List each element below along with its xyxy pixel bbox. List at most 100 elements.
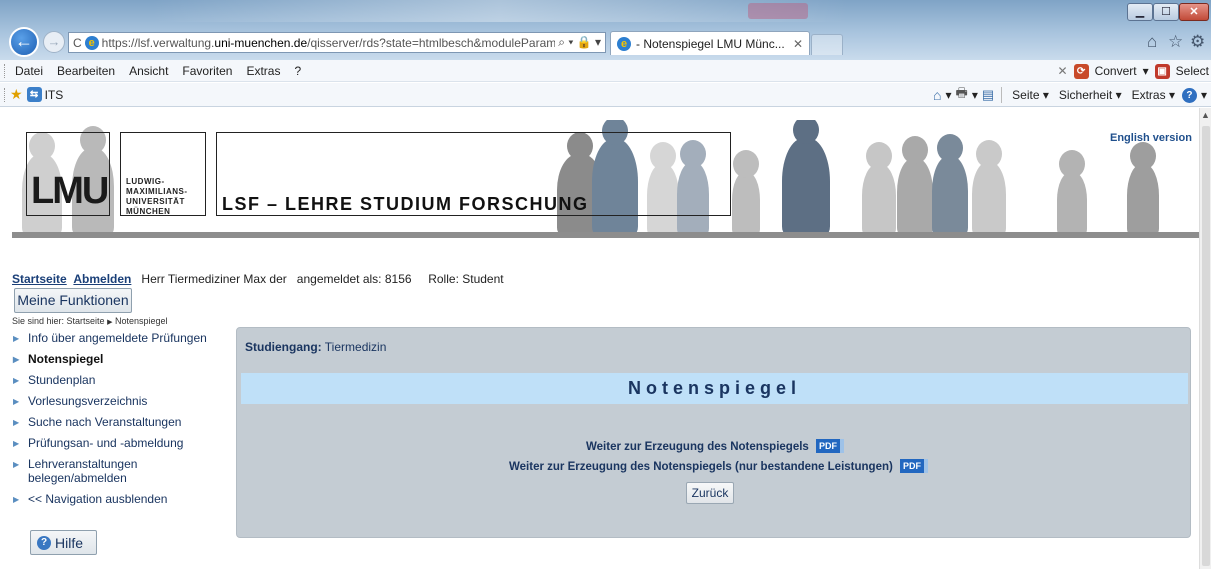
- maximize-button[interactable]: ☐: [1153, 3, 1179, 21]
- print-icon[interactable]: 🖶: [956, 84, 968, 106]
- favorites-star-icon[interactable]: ☆: [1168, 32, 1183, 52]
- page-mail-icon[interactable]: ▤: [982, 87, 994, 103]
- pdf-icon[interactable]: PDF: [816, 439, 845, 453]
- pdf-icon[interactable]: PDF: [900, 459, 929, 473]
- abmelden-link[interactable]: Abmelden: [73, 272, 131, 286]
- home-cmd-icon[interactable]: ⌂: [933, 87, 941, 103]
- sidebar-item-suche[interactable]: ▶ Suche nach Veranstaltungen: [10, 415, 230, 429]
- toolbar-divider: [1001, 87, 1003, 103]
- silhouette-person: [862, 142, 896, 234]
- sidebar-item-navigation-ausblenden[interactable]: ▶ << Navigation ausblenden: [10, 492, 230, 506]
- vertical-scrollbar[interactable]: ▲: [1199, 108, 1211, 569]
- user-name: Herr Tiermediziner Max der: [141, 272, 287, 286]
- sicherheit-menu[interactable]: Sicherheit ▾: [1056, 88, 1125, 102]
- lsf-title: LSF – LEHRE STUDIUM FORSCHUNG: [222, 194, 589, 214]
- close-window-button[interactable]: ✕: [1179, 3, 1209, 21]
- silhouette-person: [1057, 150, 1087, 234]
- logo-line-4: MÜNCHEN: [126, 207, 171, 216]
- tab-ie-icon: e: [617, 36, 631, 51]
- browser-titlebar: ▁ ☐ ✕ ← → C e https://lsf.verwaltung.uni…: [0, 0, 1211, 60]
- close-toolbar-icon[interactable]: ✕: [1058, 64, 1068, 78]
- startseite-link[interactable]: Startseite: [12, 272, 67, 286]
- sidebar-item-vorlesungsverzeichnis[interactable]: ▶ Vorlesungsverzeichnis: [10, 394, 230, 408]
- new-tab-button[interactable]: [811, 34, 843, 55]
- its-favorite-link[interactable]: ITS: [45, 88, 64, 102]
- address-bar[interactable]: C e https://lsf.verwaltung.uni-muenchen.…: [68, 32, 606, 53]
- help-icon: ?: [37, 535, 51, 550]
- select-button[interactable]: Select: [1176, 64, 1209, 78]
- titlebar-highlight: [748, 3, 808, 19]
- help-dropdown-icon[interactable]: ▾: [1201, 88, 1207, 102]
- breadcrumb-home-link[interactable]: Startseite: [67, 316, 105, 326]
- minimize-button[interactable]: ▁: [1127, 3, 1153, 21]
- role-info: Rolle: Student: [428, 272, 504, 286]
- notenspiegel-link-text: Weiter zur Erzeugung des Notenspiegels: [586, 441, 809, 453]
- notenspiegel-panel: Studiengang: Tiermedizin Notenspiegel We…: [236, 327, 1191, 538]
- print-dropdown-icon[interactable]: ▾: [972, 88, 978, 102]
- sidebar-item-pruefungsinfo[interactable]: ▶ Info über angemeldete Prüfungen: [10, 331, 230, 345]
- sidebar-nav: ▶ Info über angemeldete Prüfungen ▶ Notens…: [10, 331, 230, 513]
- sicherheit-label: Sicherheit: [1058, 88, 1113, 102]
- menu-help[interactable]: ?: [287, 64, 308, 78]
- compat-icon[interactable]: C: [73, 36, 82, 50]
- gear-icon[interactable]: ⚙: [1190, 32, 1205, 52]
- tab-title: - Notenspiegel LMU Münc...: [636, 36, 785, 51]
- convert-button[interactable]: Convert: [1095, 64, 1137, 78]
- sidebar-item-stundenplan[interactable]: ▶ Stundenplan: [10, 373, 230, 387]
- ie-icon: e: [84, 35, 99, 50]
- nav-arrow-icon: ▶: [13, 355, 20, 364]
- page-title: Notenspiegel: [241, 373, 1188, 404]
- login-info: angemeldet als: 8156: [296, 272, 412, 286]
- back-page-button[interactable]: Zurück: [686, 482, 734, 504]
- nav-arrow-icon: ▶: [13, 460, 20, 469]
- lmu-logo[interactable]: LMU: [26, 132, 110, 216]
- sidebar-item-label: Lehrveranstaltungen belegen/abmelden: [28, 457, 138, 485]
- nav-arrow-icon: ▶: [13, 418, 20, 427]
- home-dropdown-icon[interactable]: ▾: [946, 88, 952, 102]
- meine-funktionen-button[interactable]: Meine Funktionen: [14, 288, 132, 313]
- user-status-line: Startseite Abmelden Herr Tiermediziner M…: [12, 272, 504, 286]
- titlebar-glow: [150, 0, 850, 22]
- scrollbar-thumb[interactable]: [1202, 126, 1210, 566]
- nav-arrow-icon: ▶: [13, 334, 20, 343]
- search-lock-icon[interactable]: ⌕ ▾ 🔒 ▾: [558, 35, 605, 50]
- nav-arrow-icon: ▶: [13, 439, 20, 448]
- logo-line-3: UNIVERSITÄT: [126, 197, 185, 206]
- lmu-logo-text: LMU: [31, 170, 109, 212]
- studiengang-info: Studiengang: Tiermedizin: [245, 340, 386, 354]
- english-version-link[interactable]: English version: [1110, 132, 1192, 144]
- home-icon[interactable]: ⌂: [1147, 32, 1157, 52]
- favbar-grip: [4, 87, 6, 102]
- sidebar-item-label: Prüfungsan- und -abmeldung: [28, 436, 184, 450]
- menu-bearbeiten[interactable]: Bearbeiten: [50, 64, 122, 78]
- sidebar-item-pruefungsanmeldung[interactable]: ▶ Prüfungsan- und -abmeldung: [10, 436, 230, 450]
- menu-favoriten[interactable]: Favoriten: [175, 64, 239, 78]
- hilfe-button[interactable]: ? Hilfe: [30, 530, 97, 555]
- menu-extras[interactable]: Extras: [239, 64, 287, 78]
- add-favorite-icon[interactable]: ★: [10, 86, 23, 103]
- notenspiegel-pdf-link[interactable]: Weiter zur Erzeugung des Notenspiegels P…: [586, 439, 845, 453]
- sidebar-item-label: Suche nach Veranstaltungen: [28, 415, 182, 429]
- breadcrumb: Sie sind hier: Startseite ▶ Notenspiegel: [12, 316, 168, 326]
- sidebar-item-lehrveranstaltungen[interactable]: ▶ Lehrveranstaltungen belegen/abmelden: [10, 457, 160, 485]
- extras-label: Extras: [1131, 88, 1166, 102]
- menu-datei[interactable]: Datei: [8, 64, 50, 78]
- logo-line-2: MAXIMILIANS-: [126, 187, 188, 196]
- sidebar-item-notenspiegel[interactable]: ▶ Notenspiegel: [10, 352, 230, 366]
- convert-dropdown-icon[interactable]: ▾: [1143, 64, 1149, 78]
- silhouette-person: [932, 134, 968, 234]
- scroll-up-icon[interactable]: ▲: [1201, 110, 1210, 120]
- help-circle-icon[interactable]: ?: [1181, 87, 1197, 103]
- url-text[interactable]: https://lsf.verwaltung.uni-muenchen.de/q…: [102, 36, 556, 50]
- tab-close-icon[interactable]: ✕: [793, 37, 803, 51]
- back-button[interactable]: ←: [9, 27, 39, 57]
- seite-menu[interactable]: Seite ▾: [1009, 88, 1052, 102]
- forward-button[interactable]: →: [43, 31, 65, 53]
- extras-menu[interactable]: Extras ▾: [1129, 88, 1178, 102]
- notenspiegel-bestanden-pdf-link[interactable]: Weiter zur Erzeugung des Notenspiegels (…: [509, 459, 929, 473]
- hilfe-label: Hilfe: [55, 534, 84, 551]
- menu-ansicht[interactable]: Ansicht: [122, 64, 175, 78]
- menu-bar: Datei Bearbeiten Ansicht Favoriten Extra…: [0, 60, 1211, 82]
- browser-tab-active[interactable]: e - Notenspiegel LMU Münc... ✕: [610, 31, 810, 55]
- silhouette-person: [1127, 142, 1159, 234]
